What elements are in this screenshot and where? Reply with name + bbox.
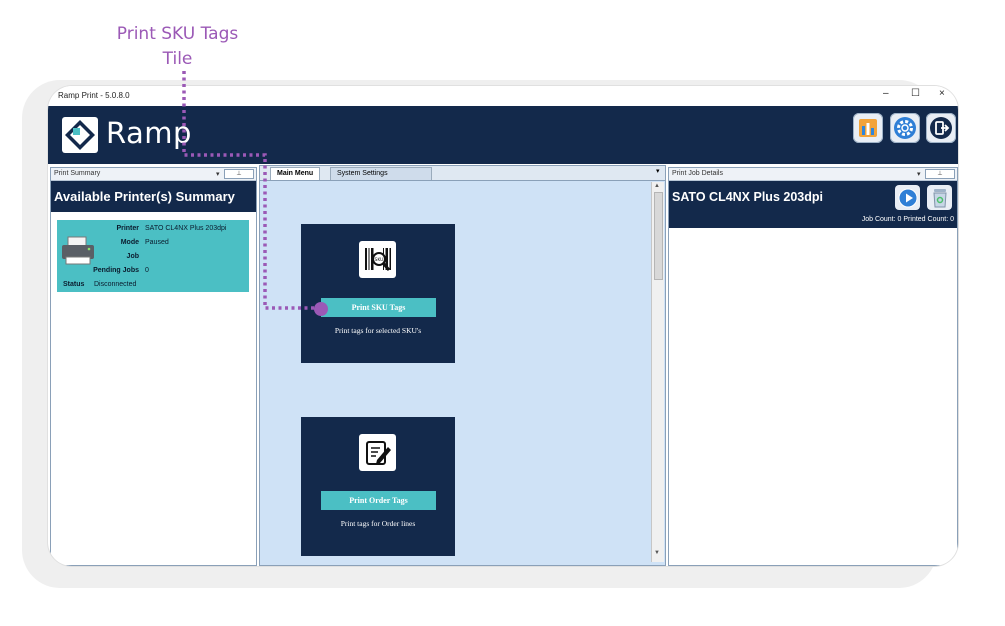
recycle-bin-icon: [932, 188, 947, 207]
pending-jobs-label: Pending Jobs: [93, 267, 139, 274]
ramp-logo-icon: [62, 117, 98, 153]
printed-count-label: Printed Count:: [903, 216, 949, 223]
mode-label: Mode: [120, 239, 139, 246]
reports-icon: [859, 119, 877, 137]
print-order-tags-tile[interactable]: Print Order Tags Print tags for Order li…: [301, 417, 455, 556]
pin-icon[interactable]: ⊥: [925, 169, 955, 179]
status-value: Disconnected: [94, 281, 137, 288]
print-job-details-panel: Print Job Details ▾ ⊥ SATO CL4NX Plus 20…: [668, 167, 958, 566]
mode-value: Paused: [145, 239, 169, 246]
settings-gear-icon: [894, 117, 916, 139]
app-header: Ramp: [48, 106, 958, 164]
tab-dropdown-icon[interactable]: ▾: [656, 167, 660, 175]
minimize-button[interactable]: –: [883, 88, 889, 99]
printer-card[interactable]: Printer SATO CL4NX Plus 203dpi Mode Paus…: [57, 220, 249, 292]
scroll-up-icon[interactable]: ▲: [654, 183, 660, 189]
job-counts: Job Count: 0 Printed Count: 0: [862, 216, 954, 223]
print-job-details-header: Print Job Details ▾ ⊥: [669, 168, 957, 181]
status-label: Status: [63, 281, 85, 288]
scroll-down-icon[interactable]: ▼: [654, 550, 660, 556]
tab-strip: Main Menu System Settings ▾: [260, 166, 665, 181]
window-title: Ramp Print - 5.0.8.0: [58, 91, 130, 100]
tab-system-settings[interactable]: System Settings: [330, 167, 432, 180]
scroll-thumb[interactable]: [654, 192, 663, 280]
selected-printer-name: SATO CL4NX Plus 203dpi: [672, 190, 823, 204]
print-sku-tags-button[interactable]: Print SKU Tags: [321, 298, 436, 317]
print-summary-panel-header: Print Summary ▾ ⊥: [51, 168, 256, 181]
logout-button[interactable]: [926, 113, 956, 143]
reports-button[interactable]: [853, 113, 883, 143]
annotation-callout: Print SKU Tags Tile: [100, 22, 255, 72]
close-button[interactable]: ×: [939, 88, 945, 99]
printed-count-value: 0: [950, 216, 954, 223]
print-order-tags-button[interactable]: Print Order Tags: [321, 491, 436, 510]
panel-header-label: Print Summary: [54, 170, 101, 177]
maximize-button[interactable]: ☐: [911, 88, 920, 99]
print-sku-tags-tile[interactable]: SKU Print SKU Tags Print tags for select…: [301, 224, 455, 363]
printer-label: Printer: [116, 225, 139, 232]
print-order-tags-description: Print tags for Order lines: [340, 519, 416, 528]
panel-dropdown-icon[interactable]: ▾: [216, 169, 220, 181]
sku-barcode-icon: SKU: [364, 247, 391, 271]
print-sku-tags-description: Print tags for selected SKU's: [334, 326, 422, 335]
play-button[interactable]: [895, 185, 920, 210]
printers-summary-title: Available Printer(s) Summary: [51, 181, 256, 212]
annotation-line-2: Tile: [162, 49, 193, 69]
logout-icon: [930, 117, 952, 139]
main-menu-scrollbar[interactable]: ▲ ▼: [651, 182, 664, 562]
job-count-value: 0: [897, 216, 902, 223]
annotation-line-1: Print SKU Tags: [116, 24, 239, 44]
pending-jobs-value: 0: [145, 267, 149, 274]
pin-icon[interactable]: ⊥: [224, 169, 254, 179]
settings-button[interactable]: [890, 113, 920, 143]
tab-main-menu[interactable]: Main Menu: [270, 167, 321, 180]
print-summary-panel: Print Summary ▾ ⊥ Available Printer(s) S…: [50, 167, 257, 566]
play-icon: [898, 188, 917, 207]
main-menu-panel: Main Menu System Settings ▾ SKU Print SK…: [259, 165, 666, 566]
order-icon-box: [359, 434, 396, 471]
logo-text: Ramp: [106, 116, 192, 150]
job-count-label: Job Count:: [861, 216, 896, 223]
app-window: Ramp Print - 5.0.8.0 – ☐ × Ramp Print Su…: [48, 86, 958, 566]
title-bar: Ramp Print - 5.0.8.0 – ☐ ×: [48, 86, 958, 106]
sku-icon-box: SKU: [359, 241, 396, 278]
job-label: Job: [126, 253, 139, 260]
panel-header-label: Print Job Details: [672, 170, 723, 177]
clear-jobs-button[interactable]: [927, 185, 952, 210]
order-edit-icon: [365, 440, 391, 465]
panel-dropdown-icon[interactable]: ▾: [917, 169, 921, 181]
printer-value: SATO CL4NX Plus 203dpi: [145, 225, 227, 232]
svg-text:SKU: SKU: [374, 257, 383, 263]
job-details-header: SATO CL4NX Plus 203dpi Job Count: 0 Prin…: [669, 181, 957, 228]
